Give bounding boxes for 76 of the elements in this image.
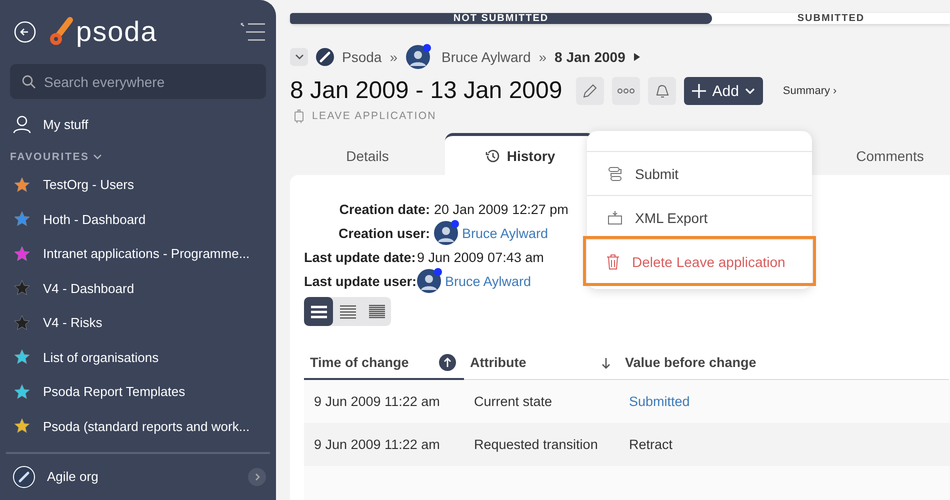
favourite-item[interactable]: TestOrg - Users — [10, 168, 266, 202]
field-label: Creation user: — [337, 226, 431, 240]
trash-icon — [606, 254, 620, 270]
suitcase-icon — [294, 109, 304, 123]
menu-item[interactable]: XML Export — [587, 195, 812, 239]
table-cell: 9 Jun 2009 11:22 am — [314, 394, 440, 409]
progress-step: SUBMITTED — [712, 13, 950, 24]
tab[interactable]: Details — [290, 137, 445, 175]
avatar — [434, 221, 458, 245]
separator: » — [390, 49, 398, 65]
field-value: 9 Jun 2009 07:43 am — [417, 250, 544, 264]
field-label: Last update date: — [304, 250, 417, 264]
lines-icon — [368, 304, 386, 320]
search-field[interactable]: Search everywhere — [10, 64, 266, 99]
chevron-down-icon[interactable] — [93, 154, 102, 160]
collapse-menu-icon[interactable] — [240, 23, 266, 41]
favourite-item[interactable]: Psoda (standard reports and work... — [10, 409, 266, 444]
chevron-right-icon[interactable] — [248, 468, 266, 486]
section-heading: FAVOURITES — [10, 150, 90, 162]
user-link[interactable]: Bruce Aylward — [462, 226, 548, 240]
online-dot-icon — [434, 268, 442, 276]
chevron-down-icon[interactable] — [290, 48, 308, 66]
separator: » — [538, 49, 547, 65]
back-icon[interactable] — [14, 21, 36, 43]
progress-step: NOT SUBMITTED — [290, 13, 712, 24]
avatar — [406, 45, 430, 69]
view-mode-button[interactable] — [304, 297, 333, 326]
summary-link[interactable]: Summary › — [782, 85, 837, 97]
user-icon — [13, 115, 31, 134]
online-dot-icon — [451, 220, 459, 228]
avatar — [417, 269, 441, 293]
table-cell: Retract — [629, 437, 673, 452]
menu-item[interactable]: Delete Leave application — [586, 239, 813, 283]
caret-icon — [744, 88, 755, 94]
field-value: 20 Jan 2009 12:27 pm — [434, 202, 568, 216]
more-button[interactable] — [612, 77, 640, 105]
history-icon — [484, 148, 501, 164]
play-icon[interactable] — [633, 52, 642, 62]
breadcrumb-link[interactable]: 8 Jan 2009 — [554, 49, 626, 65]
field-label: Last update user: — [304, 274, 417, 288]
pencil-icon — [582, 83, 598, 99]
plus-icon — [692, 84, 706, 98]
bell-button[interactable] — [648, 77, 676, 105]
table-cell: Requested transition — [474, 437, 598, 452]
favourite-item[interactable]: Hoth - Dashboard — [10, 202, 266, 236]
breadcrumb-link[interactable]: Psoda — [342, 49, 382, 65]
lines-icon — [310, 304, 328, 320]
record-type-label: LEAVE APPLICATION — [312, 110, 436, 122]
sort-down-icon[interactable] — [601, 356, 611, 368]
menu-item[interactable]: Submit — [587, 151, 812, 195]
favourite-item[interactable]: V4 - Risks — [10, 306, 266, 340]
field-label: Creation date: — [338, 202, 431, 216]
sidebar-item[interactable]: My stuff — [10, 107, 266, 142]
organisation-item[interactable]: Agile org — [10, 460, 266, 494]
search-icon — [22, 75, 36, 89]
tab[interactable]: Comments — [830, 137, 950, 175]
table-cell: Current state — [474, 394, 552, 409]
add-button[interactable]: Add — [684, 77, 763, 105]
favourite-item[interactable]: Psoda Report Templates — [10, 374, 266, 409]
bell-icon — [654, 83, 670, 99]
favourite-item[interactable]: List of organisations — [10, 340, 266, 374]
xml-file-icon — [607, 210, 623, 226]
favourite-item[interactable]: V4 - Dashboard — [10, 271, 266, 306]
edit-button[interactable] — [576, 77, 604, 105]
user-link[interactable]: Bruce Aylward — [445, 274, 532, 288]
logo-mark-icon — [48, 17, 74, 47]
lines-icon — [338, 304, 356, 320]
state-link[interactable]: Submitted — [629, 394, 690, 409]
logo: psoda — [48, 16, 158, 48]
page-title: 8 Jan 2009 - 13 Jan 2009 — [290, 77, 562, 105]
favourite-item[interactable]: Intranet applications - Programme... — [10, 236, 266, 271]
more-icon — [617, 88, 636, 94]
breadcrumb-link[interactable]: Bruce Aylward — [442, 49, 531, 65]
flow-icon — [607, 166, 623, 182]
sort-up-icon[interactable] — [439, 354, 456, 370]
table-cell: 9 Jun 2009 11:22 am — [314, 437, 440, 452]
